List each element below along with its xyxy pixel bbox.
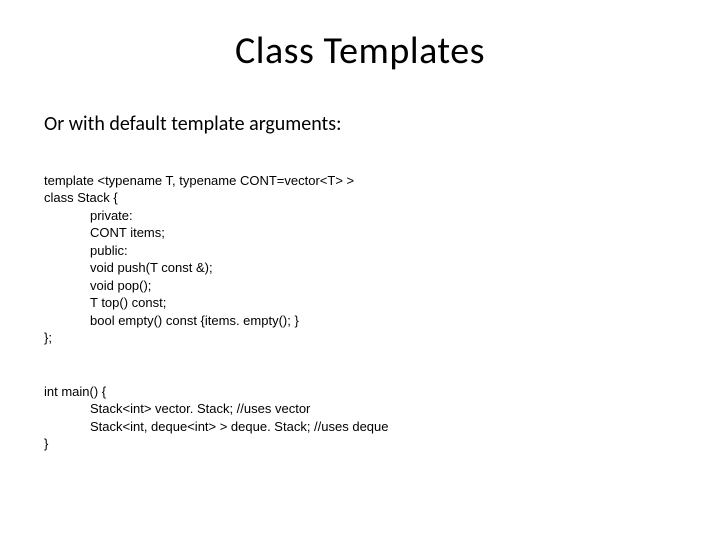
code-line: Stack<int, deque<int> > deque. Stack; //… xyxy=(90,419,389,434)
code-line: }; xyxy=(44,330,52,345)
slide-subtitle: Or with default template arguments: xyxy=(44,112,720,136)
code-line: void push(T const &); xyxy=(90,260,213,275)
code-line: T top() const; xyxy=(90,295,166,310)
code-line: } xyxy=(44,436,48,451)
code-line: template <typename T, typename CONT=vect… xyxy=(44,173,354,188)
code-line: void pop(); xyxy=(90,278,151,293)
code-line: class Stack { xyxy=(44,190,118,205)
code-block-stack: template <typename T, typename CONT=vect… xyxy=(44,154,720,347)
code-line: Stack<int> vector. Stack; //uses vector xyxy=(90,401,310,416)
code-line: public: xyxy=(90,243,128,258)
code-block-main: int main() { Stack<int> vector. Stack; /… xyxy=(44,365,720,453)
code-line: private: xyxy=(90,208,133,223)
code-line: CONT items; xyxy=(90,225,165,240)
code-line: bool empty() const {items. empty(); } xyxy=(90,313,299,328)
code-line: int main() { xyxy=(44,384,106,399)
slide: Class Templates Or with default template… xyxy=(0,28,720,540)
slide-title: Class Templates xyxy=(0,28,720,74)
